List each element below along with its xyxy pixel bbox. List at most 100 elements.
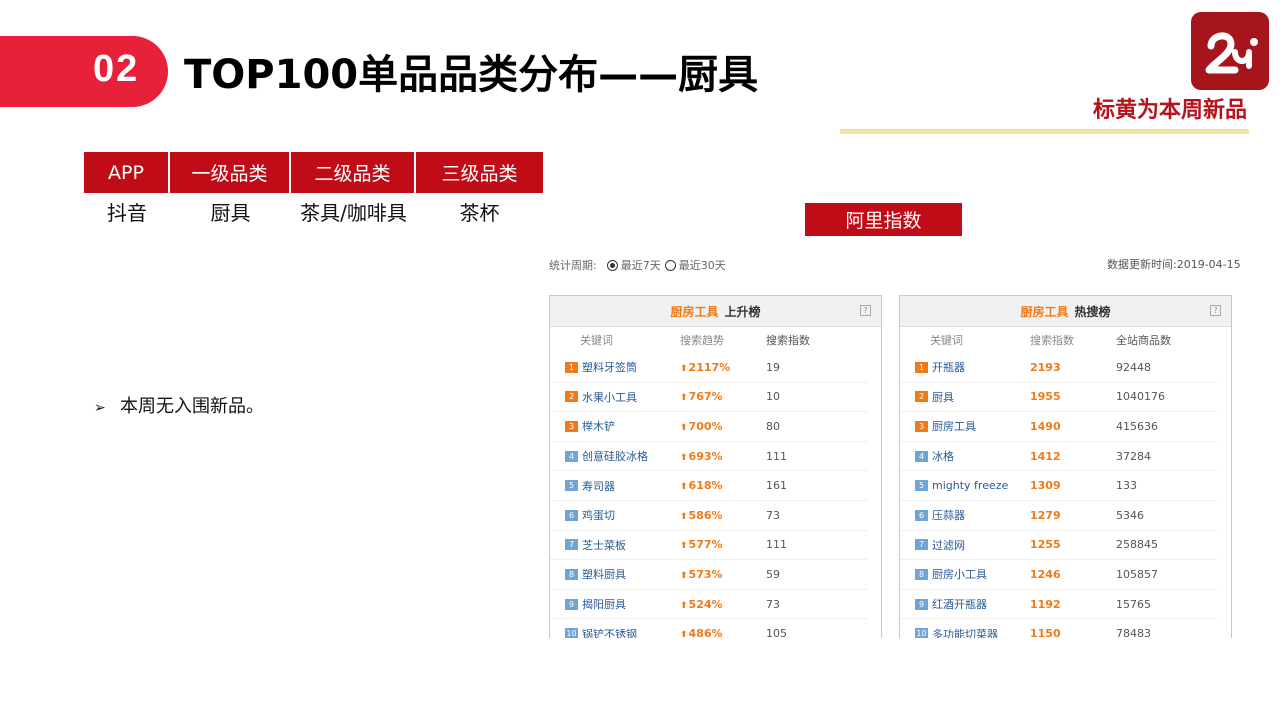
keyword-link[interactable]: 寿司器 (582, 478, 615, 494)
table-row[interactable]: 5 mighty freeze 1309 133 (900, 471, 1217, 501)
category-table-header: APP 一级品类 二级品类 三级品类 (84, 152, 543, 193)
section-number-badge (0, 36, 168, 107)
table-row[interactable]: 2 水果小工具 ⬆767% 10 (550, 383, 867, 413)
table-row[interactable]: 8 塑料厨具 ⬆573% 59 (550, 560, 867, 590)
keyword-cell[interactable]: 5 寿司器 (550, 478, 680, 494)
keyword-cell[interactable]: 7 芝士菜板 (550, 537, 680, 553)
table-row[interactable]: 6 鸡蛋切 ⬆586% 73 (550, 501, 867, 531)
trend-cell: ⬆573% (680, 568, 766, 581)
trend-cell: ⬆486% (680, 627, 766, 638)
keyword-cell[interactable]: 9 红酒开瓶器 (900, 596, 1030, 612)
keyword-link[interactable]: 厨具 (932, 389, 954, 405)
table-row[interactable]: 7 芝士菜板 ⬆577% 111 (550, 531, 867, 561)
category-table: APP 一级品类 二级品类 三级品类 抖音 厨具 茶具/咖啡具 茶杯 (84, 152, 543, 229)
help-icon[interactable]: ? (860, 305, 871, 316)
keyword-cell[interactable]: 1 开瓶器 (900, 359, 1030, 375)
keyword-link[interactable]: 冰格 (932, 448, 954, 464)
keyword-cell[interactable]: 5 mighty freeze (900, 479, 1030, 492)
table-row[interactable]: 4 冰格 1412 37284 (900, 442, 1217, 472)
table-row[interactable]: 3 厨房工具 1490 415636 (900, 412, 1217, 442)
keyword-link[interactable]: 水果小工具 (582, 389, 637, 405)
keyword-link[interactable]: 塑料牙签筒 (582, 359, 637, 375)
up-arrow-icon: ⬆ (680, 452, 688, 463)
keyword-link[interactable]: 过滤网 (932, 537, 965, 553)
items-cell: 5346 (1116, 508, 1144, 522)
keyword-cell[interactable]: 3 厨房工具 (900, 418, 1030, 434)
up-arrow-icon: ⬆ (680, 570, 688, 581)
trend-value: 524% (688, 597, 723, 611)
table-row[interactable]: 10 多功能切菜器 1150 78483 (900, 619, 1217, 638)
rank-badge: 8 (915, 568, 928, 580)
table-row[interactable]: 10 锅铲不锈钢 ⬆486% 105 (550, 619, 867, 638)
keyword-cell[interactable]: 10 多功能切菜器 (900, 626, 1030, 638)
keyword-link[interactable]: 揭阳厨具 (582, 596, 626, 612)
radio-30days[interactable] (664, 259, 676, 271)
table-row[interactable]: 1 开瓶器 2193 92448 (900, 353, 1217, 383)
index-cell: 73 (766, 597, 780, 611)
keyword-link[interactable]: 厨房小工具 (932, 566, 987, 582)
trend-value: 618% (688, 479, 723, 493)
keyword-cell[interactable]: 6 压蒜器 (900, 507, 1030, 523)
keyword-cell[interactable]: 6 鸡蛋切 (550, 507, 680, 523)
rising-board-category: 厨房工具 (670, 304, 719, 319)
index-cell: 2193 (1030, 360, 1061, 374)
rank-badge: 1 (915, 361, 928, 373)
col-trend: 搜索趋势 (680, 334, 724, 347)
header-cell-app: APP (84, 152, 170, 193)
table-row[interactable]: 6 压蒜器 1279 5346 (900, 501, 1217, 531)
keyword-cell[interactable]: 7 过滤网 (900, 537, 1030, 553)
keyword-link[interactable]: mighty freeze (932, 479, 1008, 492)
keyword-link[interactable]: 压蒜器 (932, 507, 965, 523)
table-row[interactable]: 2 厨具 1955 1040176 (900, 383, 1217, 413)
category-table-row: 抖音 厨具 茶具/咖啡具 茶杯 (84, 193, 543, 229)
trend-cell: ⬆2117% (680, 361, 766, 374)
radio-30days-label[interactable]: 最近30天 (679, 257, 726, 273)
col-items: 全站商品数 (1116, 334, 1171, 347)
radio-7days[interactable] (606, 259, 618, 271)
up-arrow-icon: ⬆ (680, 393, 688, 404)
index-cell: 105 (766, 627, 787, 638)
keyword-cell[interactable]: 9 揭阳厨具 (550, 596, 680, 612)
keyword-link[interactable]: 开瓶器 (932, 359, 965, 375)
table-row[interactable]: 9 红酒开瓶器 1192 15765 (900, 590, 1217, 620)
items-cell: 92448 (1116, 360, 1151, 374)
table-row[interactable]: 3 榉木铲 ⬆700% 80 (550, 412, 867, 442)
keyword-cell[interactable]: 10 锅铲不锈钢 (550, 626, 680, 638)
keyword-link[interactable]: 创意硅胶冰格 (582, 448, 648, 464)
up-arrow-icon: ⬆ (680, 482, 688, 493)
trend-cell: ⬆586% (680, 509, 766, 522)
keyword-link[interactable]: 榉木铲 (582, 418, 615, 434)
radio-7days-label[interactable]: 最近7天 (621, 257, 661, 273)
hot-board-header: 厨房工具 热搜榜 ? (900, 296, 1231, 327)
keyword-cell[interactable]: 2 水果小工具 (550, 389, 680, 405)
table-row[interactable]: 1 塑料牙签筒 ⬆2117% 19 (550, 353, 867, 383)
keyword-cell[interactable]: 4 创意硅胶冰格 (550, 448, 680, 464)
keyword-cell[interactable]: 2 厨具 (900, 389, 1030, 405)
help-icon[interactable]: ? (1210, 305, 1221, 316)
table-row[interactable]: 7 过滤网 1255 258845 (900, 531, 1217, 561)
keyword-link[interactable]: 红酒开瓶器 (932, 596, 987, 612)
table-row[interactable]: 9 揭阳厨具 ⬆524% 73 (550, 590, 867, 620)
keyword-cell[interactable]: 8 塑料厨具 (550, 566, 680, 582)
brand-logo-icon (1191, 12, 1269, 90)
keyword-cell[interactable]: 1 塑料牙签筒 (550, 359, 680, 375)
index-cell: 1255 (1030, 538, 1061, 552)
rank-badge: 2 (565, 391, 578, 403)
index-cell: 73 (766, 508, 780, 522)
table-row[interactable]: 4 创意硅胶冰格 ⬆693% 111 (550, 442, 867, 472)
keyword-cell[interactable]: 3 榉木铲 (550, 418, 680, 434)
rank-badge: 9 (915, 598, 928, 610)
trend-cell: ⬆767% (680, 390, 766, 403)
cell-app: 抖音 (107, 200, 147, 225)
keyword-link[interactable]: 锅铲不锈钢 (582, 626, 637, 638)
keyword-link[interactable]: 鸡蛋切 (582, 507, 615, 523)
keyword-cell[interactable]: 8 厨房小工具 (900, 566, 1030, 582)
keyword-link[interactable]: 塑料厨具 (582, 566, 626, 582)
keyword-link[interactable]: 厨房工具 (932, 418, 976, 434)
keyword-link[interactable]: 芝士菜板 (582, 537, 626, 553)
keyword-cell[interactable]: 4 冰格 (900, 448, 1030, 464)
items-cell: 105857 (1116, 567, 1158, 581)
table-row[interactable]: 5 寿司器 ⬆618% 161 (550, 471, 867, 501)
table-row[interactable]: 8 厨房小工具 1246 105857 (900, 560, 1217, 590)
keyword-link[interactable]: 多功能切菜器 (932, 626, 998, 638)
